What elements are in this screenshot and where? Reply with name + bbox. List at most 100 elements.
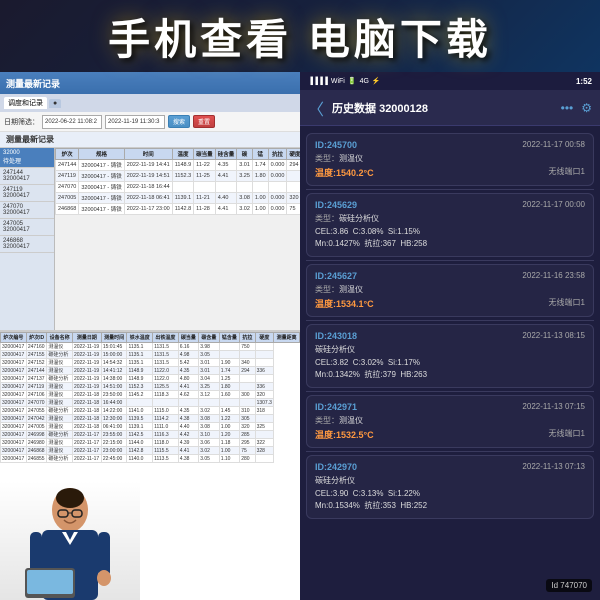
spreadsheet-cell-2: 测温仪: [47, 415, 73, 423]
spreadsheet-cell-11: [255, 375, 274, 383]
spreadsheet-cell-2: 测温仪: [47, 359, 73, 367]
spreadsheet-cell-2: 测温仪: [47, 439, 73, 447]
spreadsheet-row: 32000417247137碳硅分析2022-11-1914:38:001148…: [1, 375, 300, 383]
spreadsheet-cell-8: [199, 399, 220, 407]
record-type-5: 碳硅分析仪: [315, 475, 585, 486]
spreadsheet-cell-4: 14:38:00: [101, 375, 127, 383]
reset-button[interactable]: 重置: [193, 115, 215, 128]
spreadsheet-cell-9: 1.80: [219, 383, 240, 391]
spreadsheet-cell-6: 1115.0: [153, 407, 179, 415]
spreadsheet-cell-10: [240, 399, 255, 407]
table-cell-3: [172, 182, 193, 193]
table-cell-9: [287, 182, 300, 193]
spreadsheet-cell-1: 247070: [26, 399, 47, 407]
spreadsheet-cell-1: 247119: [26, 383, 47, 391]
spreadsheet-cell-0: 32000417: [1, 407, 27, 415]
spreadsheet-cell-5: 1145.2: [127, 391, 153, 399]
record-type-3: 碳硅分析仪: [315, 344, 585, 355]
spreadsheet-cell-1: 247005: [26, 423, 47, 431]
table-cell-0: 247119: [56, 171, 79, 182]
date-input-1[interactable]: 2022-06-22 11:08:2: [42, 115, 102, 129]
spreadsheet-cell-8: 3.12: [199, 391, 220, 399]
divider-4: [306, 451, 594, 452]
id-badge: Id 747070: [546, 579, 592, 592]
table-cell-4: 11-25: [194, 171, 216, 182]
record-card-0: ID:245700 2022-11-17 00:58 类型：测温仪 温度:154…: [306, 133, 594, 186]
spreadsheet-cell-6: 1131.5: [153, 351, 179, 359]
more-icon[interactable]: •••: [561, 101, 574, 115]
back-button[interactable]: 〈: [308, 96, 324, 120]
spreadsheet-cell-11: 336: [255, 367, 274, 375]
record-header-5: ID:242970 2022-11-13 07:13: [315, 462, 585, 472]
record-data-5: CEL:3.90 C:3.13% Si:1.22%: [315, 488, 585, 500]
record-temp-4: 温度:1532.5°C: [315, 428, 374, 441]
table-cell-4: 11-21: [194, 193, 216, 204]
spreadsheet-cell-0: 32000417: [1, 423, 27, 431]
battery-icon: 🔋: [348, 77, 357, 85]
spreadsheet-cell-1: 247155: [26, 351, 47, 359]
spreadsheet-cell-2: 测温仪: [47, 423, 73, 431]
phone-nav-icons: ••• ⚙: [561, 101, 592, 115]
spreadsheet-cell-4: 12:30:00: [101, 415, 127, 423]
table-cell-8: 0.000: [268, 160, 287, 171]
signal-icon: ▐▐▐▐: [308, 78, 328, 85]
sh-col-1: 炉次ID: [26, 333, 47, 343]
phone-screen-title: 历史数据 32000128: [332, 100, 553, 116]
table-cell-7: 1.80: [252, 171, 268, 182]
table-cell-1: 32000417 - 铸铁: [79, 171, 124, 182]
spreadsheet-cell-3: 2022-11-19: [72, 383, 101, 391]
table-cell-8: 0.000: [268, 171, 287, 182]
tab-dispatch[interactable]: 调度和记录: [4, 97, 47, 109]
spreadsheet-cell-9: [219, 351, 240, 359]
record-id-3: ID:243018: [315, 331, 357, 341]
spreadsheet-cell-10: 75: [240, 447, 255, 455]
spreadsheet-row: 32000417246998碳硅分析2022-11-1723:55:001142…: [1, 431, 300, 439]
spreadsheet-cell-7: 4.98: [178, 351, 199, 359]
furnace-item-0[interactable]: 32000待处理: [0, 148, 54, 168]
record-port-0: 无线端口1: [549, 166, 585, 179]
spreadsheet-cell-6: 1116.3: [153, 431, 179, 439]
spreadsheet-cell-4: 23:50:00: [101, 391, 127, 399]
spreadsheet-cell-7: 4.39: [178, 439, 199, 447]
table-row: 24707032000417 - 铸铁2022-11-18 16:441307.…: [56, 182, 301, 193]
spreadsheet-cell-2: 测温仪: [47, 447, 73, 455]
spreadsheet-row: 32000417247155碳硅分析2022-11-1915:00:001135…: [1, 351, 300, 359]
phone-content[interactable]: ID:245700 2022-11-17 00:58 类型：测温仪 温度:154…: [300, 126, 600, 600]
record-type-4: 类型：测温仪: [315, 415, 585, 426]
sh-col-12: 测量距离: [274, 333, 300, 343]
spreadsheet-cell-11: 322: [255, 439, 274, 447]
search-button[interactable]: 搜索: [168, 115, 190, 128]
date-input-2[interactable]: 2022-11-19 11:30:3: [105, 115, 165, 129]
spreadsheet-cell-8: 3.05: [199, 455, 220, 463]
spreadsheet-cell-10: [240, 351, 255, 359]
record-datetime-3: 2022-11-13 08:15: [522, 331, 585, 340]
spreadsheet-cell-0: 32000417: [1, 367, 27, 375]
tab-dot[interactable]: ●: [49, 99, 61, 108]
table-cell-8: 0.000: [268, 204, 287, 215]
spreadsheet-cell-6: [153, 399, 179, 407]
col-spec: 规格: [79, 149, 124, 160]
settings-icon[interactable]: ⚙: [581, 101, 592, 115]
spreadsheet-cell-1: 246868: [26, 447, 47, 455]
spreadsheet-cell-9: 1.22: [219, 415, 240, 423]
sh-col-9: 锰含量: [219, 333, 240, 343]
table-cell-0: 247070: [56, 182, 79, 193]
table-cell-8: [268, 182, 287, 193]
furnace-item-1[interactable]: 24714432000417: [0, 168, 54, 185]
spreadsheet-cell-8: 3.04: [199, 375, 220, 383]
spreadsheet-cell-3: 2022-11-19: [72, 367, 101, 375]
furnace-item-5[interactable]: 24686832000417: [0, 236, 54, 253]
spreadsheet-cell-10: [240, 383, 255, 391]
status-icons: ▐▐▐▐ WiFi 🔋 4G ⚡: [308, 77, 381, 85]
spreadsheet-cell-0: 32000417: [1, 439, 27, 447]
table-cell-2: 2022-11-18 06:41: [124, 193, 172, 204]
furnace-item-3[interactable]: 24707032000417: [0, 202, 54, 219]
table-cell-7: 1.00: [252, 193, 268, 204]
furnace-item-2[interactable]: 24711932000417: [0, 185, 54, 202]
furnace-item-4[interactable]: 24700532000417: [0, 219, 54, 236]
spreadsheet-cell-10: 750: [240, 343, 255, 351]
spreadsheet-cell-6: 1111.0: [153, 423, 179, 431]
date-filter-label: 日期筛选：: [4, 117, 39, 127]
spreadsheet-cell-2: 碳硅分析: [47, 375, 73, 383]
spreadsheet-cell-1: 246855: [26, 455, 47, 463]
